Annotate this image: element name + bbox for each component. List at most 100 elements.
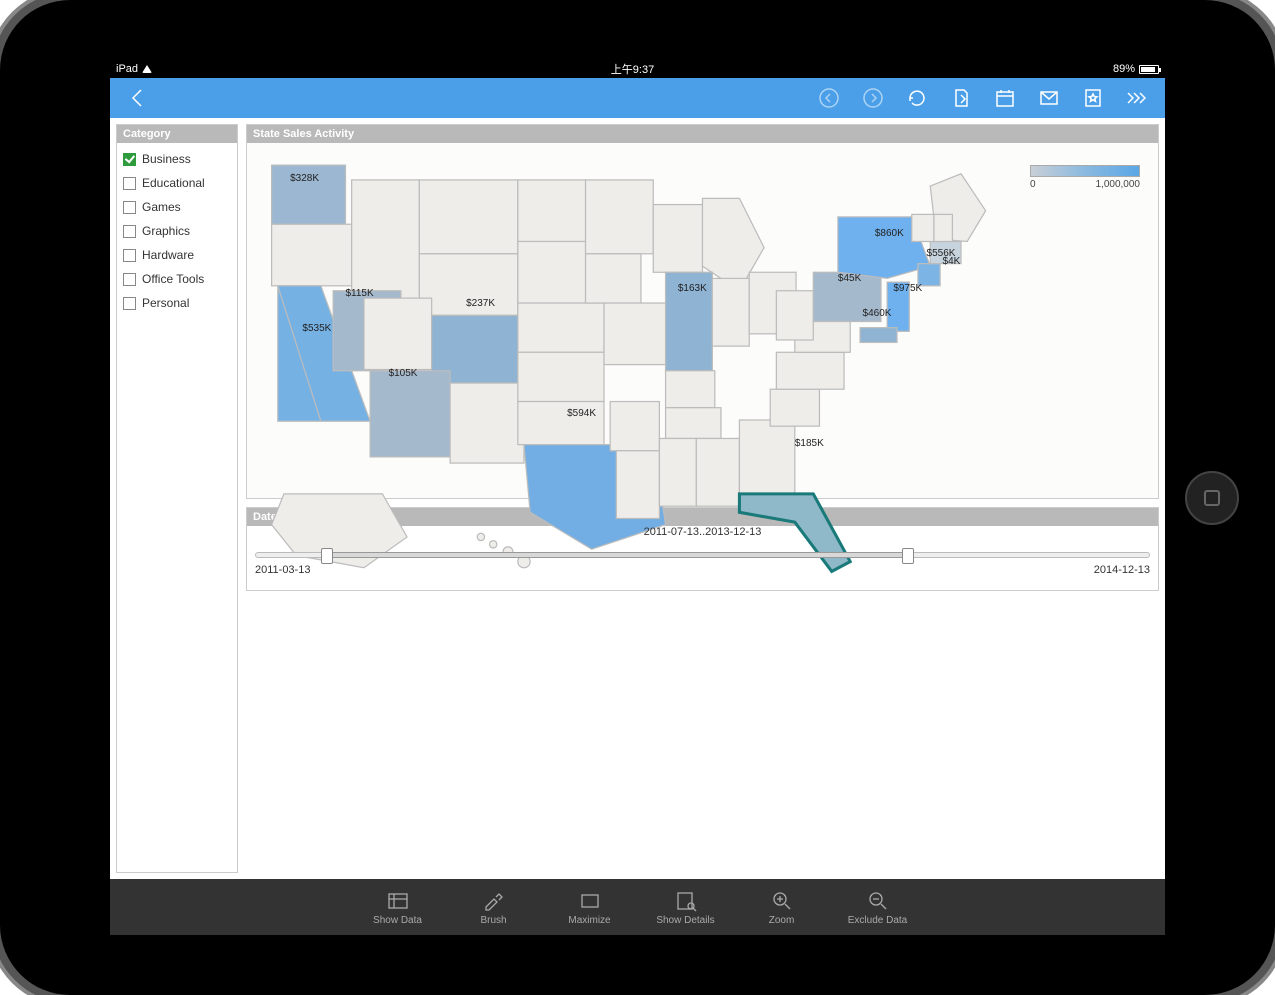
- export-button[interactable]: [941, 78, 981, 118]
- state-la[interactable]: [616, 451, 659, 519]
- arrow-right-circle-icon: [862, 87, 884, 109]
- state-mt[interactable]: [419, 180, 517, 254]
- state-id[interactable]: [352, 180, 420, 298]
- state-ut[interactable]: [364, 298, 432, 369]
- data-icon: [386, 889, 410, 913]
- email-button[interactable]: [1029, 78, 1069, 118]
- state-value-az: $105K: [389, 368, 418, 379]
- zoom-button[interactable]: Zoom: [752, 889, 812, 926]
- checkbox-icon[interactable]: [123, 201, 136, 214]
- state-tn[interactable]: [666, 408, 721, 439]
- checkbox-icon[interactable]: [123, 297, 136, 310]
- state-wv[interactable]: [776, 291, 813, 340]
- chevron-left-icon: [127, 87, 149, 109]
- bottom-toolbar: Show Data Brush Maximize Show Details Zoom Ex…: [110, 879, 1165, 935]
- checkbox-icon[interactable]: [123, 153, 136, 166]
- wifi-icon: [142, 65, 152, 73]
- state-in[interactable]: [712, 278, 749, 346]
- map-panel: State Sales Activity 0 1,000,000: [246, 124, 1159, 499]
- bottom-toolbar-label: Exclude Data: [848, 915, 907, 926]
- state-ms[interactable]: [659, 438, 696, 506]
- state-or[interactable]: [272, 224, 352, 286]
- status-bar: iPad 上午9:37 89%: [110, 60, 1165, 78]
- category-item-educational[interactable]: Educational: [121, 171, 233, 195]
- envelope-icon: [1038, 87, 1060, 109]
- state-nd[interactable]: [518, 180, 586, 242]
- bottom-toolbar-label: Maximize: [568, 915, 610, 926]
- more-button[interactable]: [1117, 78, 1157, 118]
- back-button[interactable]: [118, 78, 158, 118]
- arrow-left-circle-icon: [818, 87, 840, 109]
- maximize-icon: [578, 889, 602, 913]
- checkbox-icon[interactable]: [123, 225, 136, 238]
- favorite-button[interactable]: [1073, 78, 1113, 118]
- category-item-graphics[interactable]: Graphics: [121, 219, 233, 243]
- chevrons-right-icon: [1124, 87, 1150, 109]
- state-ky[interactable]: [666, 371, 715, 408]
- maximize-button[interactable]: Maximize: [560, 889, 620, 926]
- state-al[interactable]: [696, 438, 739, 506]
- category-item-hardware[interactable]: Hardware: [121, 243, 233, 267]
- state-ia[interactable]: [586, 254, 641, 303]
- state-ga[interactable]: [739, 420, 794, 494]
- map-title: State Sales Activity: [247, 125, 1158, 143]
- state-vt[interactable]: [912, 214, 934, 241]
- date-slider-handle-start[interactable]: [321, 548, 333, 564]
- date-slider-handle-end[interactable]: [902, 548, 914, 564]
- state-nh[interactable]: [934, 214, 952, 241]
- state-ne[interactable]: [518, 303, 604, 352]
- state-md[interactable]: [860, 328, 897, 343]
- bottom-toolbar-label: Show Details: [656, 915, 714, 926]
- state-sd[interactable]: [518, 241, 586, 303]
- state-value-co: $237K: [466, 298, 495, 309]
- checkbox-icon[interactable]: [123, 273, 136, 286]
- map-body[interactable]: 0 1,000,000: [247, 143, 1158, 498]
- home-button[interactable]: [1185, 471, 1239, 525]
- checkbox-icon[interactable]: [123, 249, 136, 262]
- state-nc[interactable]: [776, 352, 844, 389]
- us-map[interactable]: [247, 143, 1158, 580]
- category-title: Category: [117, 125, 237, 143]
- state-value-ny: $860K: [875, 228, 904, 239]
- state-sc[interactable]: [770, 389, 819, 426]
- brush-button[interactable]: Brush: [464, 889, 524, 926]
- state-value-ca: $535K: [302, 323, 331, 334]
- state-value-fl: $185K: [795, 438, 824, 449]
- state-nm[interactable]: [450, 383, 524, 463]
- nav-next-button[interactable]: [853, 78, 893, 118]
- category-item-business[interactable]: Business: [121, 147, 233, 171]
- exclude-data-button[interactable]: Exclude Data: [848, 889, 908, 926]
- category-item-office-tools[interactable]: Office Tools: [121, 267, 233, 291]
- checkbox-icon[interactable]: [123, 177, 136, 190]
- show-details-button[interactable]: Show Details: [656, 889, 716, 926]
- category-item-games[interactable]: Games: [121, 195, 233, 219]
- state-value-ma: $4K: [943, 256, 961, 267]
- star-page-icon: [1082, 87, 1104, 109]
- zoom-in-icon: [770, 889, 794, 913]
- nav-prev-button[interactable]: [809, 78, 849, 118]
- state-mo[interactable]: [604, 303, 666, 365]
- date-slider[interactable]: [255, 552, 1150, 558]
- date-start: 2011-03-13: [255, 564, 310, 576]
- refresh-icon: [906, 87, 928, 109]
- state-value-wa: $328K: [290, 173, 319, 184]
- calendar-button[interactable]: [985, 78, 1025, 118]
- state-value-pa: $45K: [838, 273, 861, 284]
- category-label: Games: [142, 200, 181, 214]
- show-data-button[interactable]: Show Data: [368, 889, 428, 926]
- state-mn[interactable]: [586, 180, 654, 254]
- state-ks[interactable]: [518, 352, 604, 401]
- content-area: Category Business Educational Games Graphic…: [110, 118, 1165, 879]
- bottom-toolbar-label: Zoom: [769, 915, 795, 926]
- state-wi[interactable]: [653, 205, 702, 273]
- state-value-md: $460K: [863, 308, 892, 319]
- state-az[interactable]: [370, 371, 450, 457]
- category-label: Office Tools: [142, 272, 204, 286]
- state-ar[interactable]: [610, 402, 659, 451]
- refresh-button[interactable]: [897, 78, 937, 118]
- category-item-personal[interactable]: Personal: [121, 291, 233, 315]
- category-label: Graphics: [142, 224, 190, 238]
- screen: iPad 上午9:37 89%: [110, 60, 1165, 935]
- date-range-caption: 2011-07-13..2013-12-13: [644, 526, 762, 538]
- category-label: Educational: [142, 176, 205, 190]
